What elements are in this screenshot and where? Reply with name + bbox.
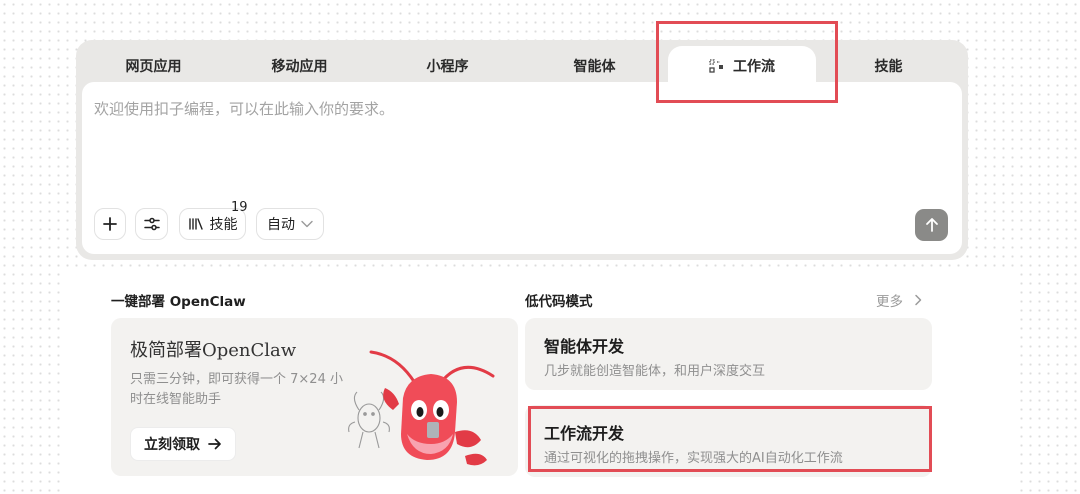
tab-mini-program[interactable]: 小程序: [380, 46, 515, 86]
library-icon: [188, 218, 203, 230]
claim-now-button[interactable]: 立刻领取: [130, 427, 236, 461]
workflow-card-highlight: [528, 406, 932, 472]
tab-skills[interactable]: 技能: [821, 46, 956, 86]
send-button[interactable]: [915, 209, 948, 241]
lowcode-heading: 低代码模式: [525, 294, 593, 310]
tab-web-app[interactable]: 网页应用: [86, 46, 221, 86]
tab-label: 移动应用: [271, 59, 328, 75]
tab-mobile-app[interactable]: 移动应用: [232, 46, 367, 86]
tab-agent[interactable]: 智能体: [527, 46, 662, 86]
tab-label: 小程序: [426, 59, 469, 75]
feature-title: 智能体开发: [544, 337, 625, 356]
feature-description: 几步就能创造智能体，和用户深度交互: [544, 364, 766, 379]
add-button[interactable]: [94, 208, 126, 240]
chevron-right-icon: [915, 294, 922, 306]
tab-label: 技能: [874, 59, 903, 75]
promo-description: 只需三分钟，即可获得一个 7×24 小时在线智能助手: [130, 372, 343, 407]
workflow-tab-highlight: [656, 21, 838, 103]
agent-dev-card[interactable]: 智能体开发 几步就能创造智能体，和用户深度交互: [525, 318, 932, 390]
settings-button[interactable]: [135, 208, 168, 240]
arrow-right-icon: [208, 438, 221, 450]
arrow-up-icon: [925, 218, 938, 232]
openclaw-promo-card[interactable]: 极简部署OpenClaw 只需三分钟，即可获得一个 7×24 小时在线智能助手 …: [111, 318, 518, 476]
skills-count-badge: 19: [231, 200, 248, 215]
sliders-icon: [143, 217, 160, 231]
promo-title: 极简部署OpenClaw: [130, 340, 297, 361]
tab-label: 智能体: [573, 59, 616, 75]
mode-label: 自动: [267, 217, 295, 233]
mode-select[interactable]: 自动: [256, 208, 324, 240]
deploy-heading: 一键部署 OpenClaw: [111, 294, 246, 310]
chevron-down-icon: [301, 220, 313, 228]
more-label: 更多: [876, 294, 903, 310]
claim-label: 立刻领取: [144, 437, 200, 453]
lobster-mascot-illustration: [348, 350, 495, 466]
plus-icon: [103, 217, 117, 231]
skills-label: 技能: [209, 217, 238, 233]
more-link[interactable]: 更多: [876, 290, 923, 310]
tab-label: 网页应用: [125, 59, 182, 75]
